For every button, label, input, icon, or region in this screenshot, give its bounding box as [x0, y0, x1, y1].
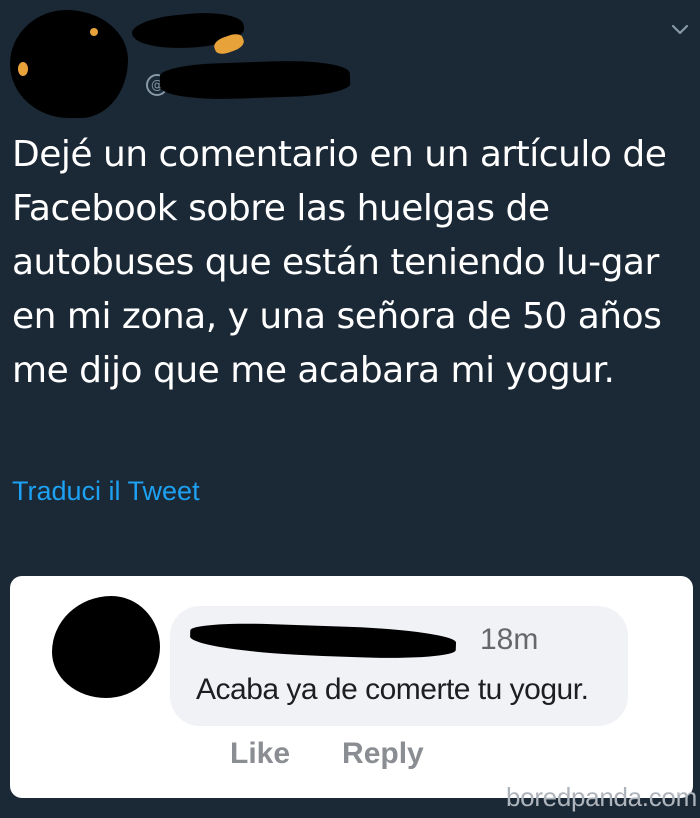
tweet-text: Dejé un comentario en un artículo de Fac… [12, 134, 667, 391]
comment-text: Acaba ya de comerte tu yogur. [196, 673, 589, 706]
redacted-username [159, 58, 351, 102]
avatar-highlight [18, 62, 28, 76]
comment-bubble: 18m Acaba ya de comerte tu yogur. [170, 606, 628, 726]
comment-actions: Like Reply [230, 736, 424, 772]
comment-timestamp: 18m [480, 623, 539, 656]
reply-button[interactable]: Reply [342, 736, 424, 772]
facebook-comment-card: 18m Acaba ya de comerte tu yogur. Like R… [10, 576, 693, 798]
watermark: boredpanda.com [506, 782, 697, 812]
redacted-commenter-name [189, 621, 457, 661]
chevron-down-icon[interactable] [670, 22, 690, 38]
redacted-avatar [10, 10, 128, 118]
like-button[interactable]: Like [230, 736, 290, 772]
translate-tweet-link[interactable]: Traduci il Tweet [12, 474, 200, 508]
avatar-highlight [90, 28, 98, 36]
redacted-commenter-avatar [52, 596, 160, 698]
